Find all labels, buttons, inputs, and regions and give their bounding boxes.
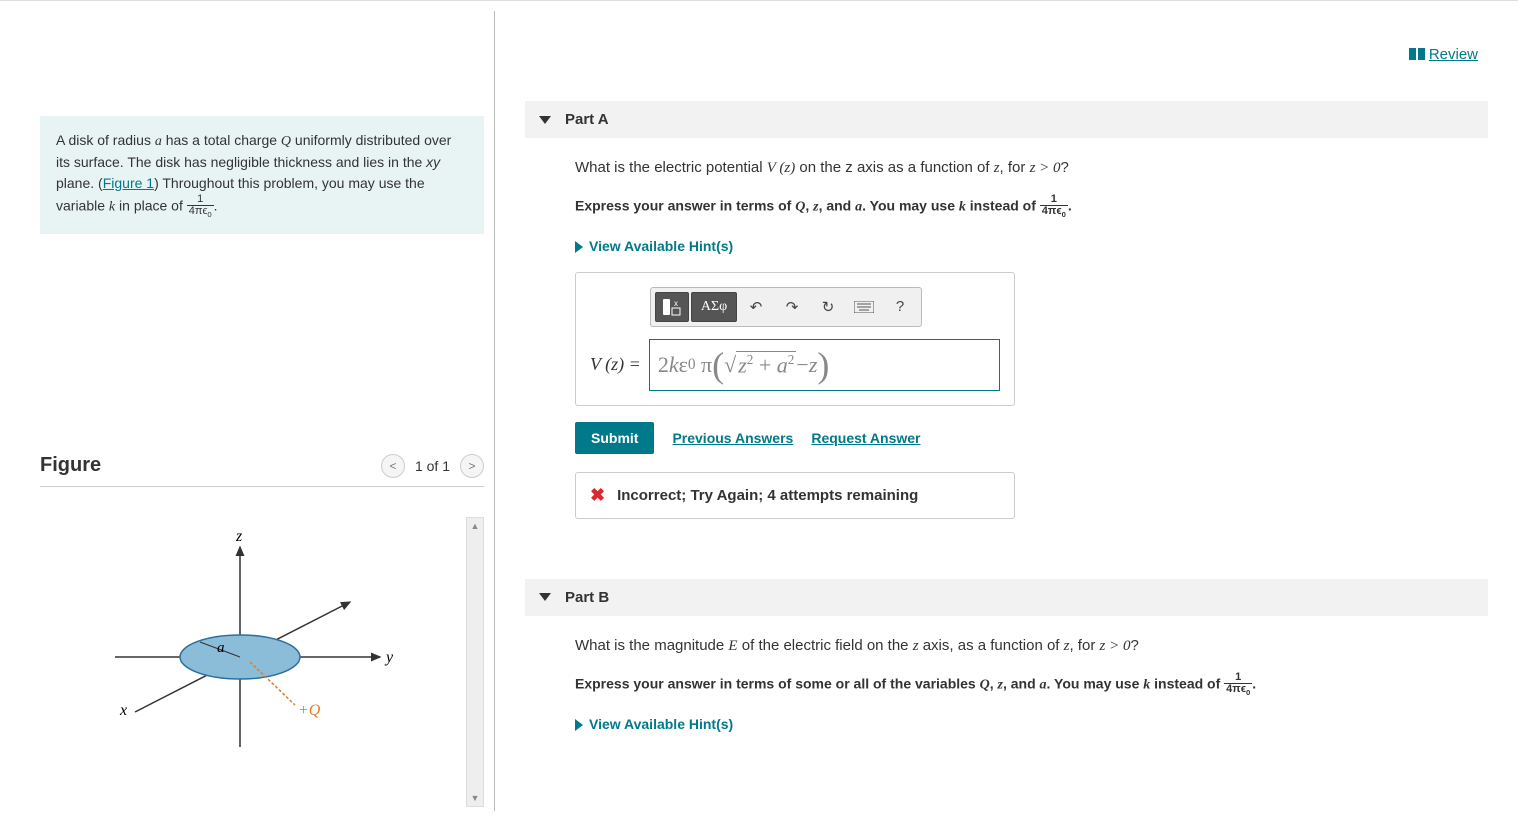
undo-button[interactable]: ↶ (739, 292, 773, 322)
help-button[interactable]: ? (883, 292, 917, 322)
expand-icon (575, 241, 583, 253)
part-a-label: Part A (565, 111, 609, 128)
greek-tool-button[interactable]: ΑΣφ (691, 292, 737, 322)
action-row-a: Submit Previous Answers Request Answer (575, 422, 1488, 454)
right-pane: Review Part A What is the electric poten… (495, 11, 1518, 811)
figure-1-link[interactable]: Figure 1 (103, 175, 154, 191)
request-answer-link[interactable]: Request Answer (811, 430, 920, 446)
keyboard-button[interactable] (847, 292, 881, 322)
answer-box-a: x ΑΣφ ↶ ↷ ↻ ? V (z) = 2kε0 π(√z2 + a2 − … (575, 272, 1015, 406)
part-a-body: What is the electric potential V (z) on … (525, 138, 1488, 529)
part-b-body: What is the magnitude E of the electric … (525, 616, 1488, 760)
part-a-header[interactable]: Part A (525, 101, 1488, 138)
problem-text: A disk of radius (56, 132, 155, 148)
part-b-instruction: Express your answer in terms of some or … (575, 672, 1488, 698)
collapse-icon[interactable] (539, 593, 551, 601)
disk-diagram: z y x a +Q (40, 517, 440, 797)
svg-text:+Q: +Q (298, 702, 321, 719)
previous-answers-link[interactable]: Previous Answers (672, 430, 793, 446)
reset-button[interactable]: ↻ (811, 292, 845, 322)
equation-label: V (z) = (590, 354, 641, 375)
figure-title: Figure (40, 454, 381, 477)
left-pane: A disk of radius a has a total charge Q … (0, 11, 495, 811)
figure-next-button[interactable]: > (460, 454, 484, 478)
equation-input[interactable]: 2kε0 π(√z2 + a2 − z) (649, 339, 1000, 391)
submit-button[interactable]: Submit (575, 422, 654, 454)
svg-text:y: y (384, 649, 394, 666)
scroll-track[interactable] (467, 534, 483, 790)
equation-toolbar: x ΑΣφ ↶ ↷ ↻ ? (650, 287, 922, 327)
hints-toggle-b[interactable]: View Available Hint(s) (575, 716, 733, 732)
figure-header: Figure < 1 of 1 > (40, 454, 484, 487)
fraction: 14πϵ0 (1224, 672, 1252, 698)
figure-count: 1 of 1 (415, 458, 450, 474)
part-b-header[interactable]: Part B (525, 579, 1488, 616)
problem-text: . (214, 198, 218, 214)
part-a-question: What is the electric potential V (z) on … (575, 156, 1488, 180)
collapse-icon[interactable] (539, 116, 551, 124)
equation-row: V (z) = 2kε0 π(√z2 + a2 − z) (590, 339, 1000, 391)
part-a-instruction: Express your answer in terms of Q, z, an… (575, 194, 1488, 220)
figure-content: z y x a +Q ▲ ▼ (40, 517, 484, 807)
var-a: a (155, 134, 162, 149)
fraction: 14πϵ0 (1040, 194, 1068, 220)
feedback-text: Incorrect; Try Again; 4 attempts remaini… (617, 487, 918, 504)
expand-icon (575, 719, 583, 731)
figure-prev-button[interactable]: < (381, 454, 405, 478)
book-icon (1409, 47, 1425, 64)
feedback-box: ✖ Incorrect; Try Again; 4 attempts remai… (575, 472, 1015, 519)
figure-scrollbar[interactable]: ▲ ▼ (466, 517, 484, 807)
problem-statement: A disk of radius a has a total charge Q … (40, 116, 484, 234)
svg-text:x: x (674, 299, 678, 308)
hints-toggle-a[interactable]: View Available Hint(s) (575, 238, 733, 254)
review-link[interactable]: Review (1409, 46, 1478, 64)
part-b-question: What is the magnitude E of the electric … (575, 634, 1488, 658)
incorrect-icon: ✖ (590, 485, 605, 506)
part-b-label: Part B (565, 589, 609, 606)
problem-text: plane. ( (56, 175, 103, 191)
fraction: 14πϵ0 (187, 194, 214, 220)
scroll-down-icon[interactable]: ▼ (467, 790, 483, 806)
redo-button[interactable]: ↷ (775, 292, 809, 322)
svg-text:z: z (235, 528, 243, 545)
svg-text:a: a (217, 640, 225, 656)
problem-text: in place of (115, 198, 187, 214)
scroll-up-icon[interactable]: ▲ (467, 518, 483, 534)
xy-plane: xy (426, 154, 440, 170)
problem-text: has a total charge (162, 132, 281, 148)
template-tool-button[interactable]: x (655, 292, 689, 322)
svg-text:x: x (119, 702, 127, 719)
var-Q: Q (281, 134, 291, 149)
